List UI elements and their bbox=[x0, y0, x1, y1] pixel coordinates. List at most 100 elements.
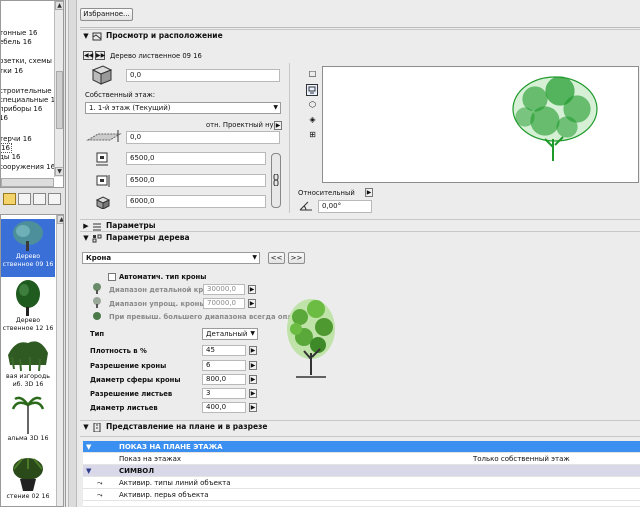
scroll-thumb[interactable] bbox=[56, 71, 63, 129]
param-field[interactable]: 3 bbox=[202, 388, 246, 399]
height-icon bbox=[95, 196, 111, 209]
simple-range-label: Диапазон упрощ. кроны bbox=[109, 300, 206, 308]
param-button[interactable]: ▶ bbox=[249, 389, 257, 398]
table-row-header[interactable]: ▼ ПОКАЗ НА ПЛАНЕ ЭТАЖА bbox=[83, 441, 640, 453]
view-mode-buttons bbox=[0, 193, 64, 207]
divider bbox=[289, 63, 290, 213]
scroll-down-icon[interactable]: ▼ bbox=[55, 167, 63, 176]
library-item-selected[interactable]: Дерево ственное 09 16 bbox=[1, 219, 55, 277]
auto-crown-checkbox[interactable] bbox=[108, 273, 116, 281]
tree-item[interactable]: строительные 1 bbox=[1, 87, 58, 96]
favorites-button[interactable]: Избранное... bbox=[80, 8, 133, 21]
folder-view-icon[interactable] bbox=[3, 193, 16, 205]
axonometry-icon[interactable]: ⬡ bbox=[308, 101, 317, 110]
tree-item[interactable]: тонные 16 bbox=[1, 29, 37, 38]
param-button[interactable]: ▶ bbox=[249, 361, 257, 370]
potted-plant-thumbnail-icon bbox=[13, 458, 43, 491]
depth-field[interactable]: 6500,0 bbox=[126, 174, 266, 187]
tree-illustration-icon bbox=[287, 299, 335, 378]
crown-dropdown[interactable]: Крона ▼ bbox=[82, 252, 260, 264]
plan-section-header[interactable]: ▼ Представление на плане и в разрезе bbox=[80, 420, 640, 432]
library-item[interactable]: альма 3D 16 bbox=[1, 395, 55, 447]
library-item-sublabel: иб. 3D 16 bbox=[12, 381, 44, 388]
detail-range-button[interactable]: ▶ bbox=[248, 285, 256, 294]
row-value[interactable]: Только собственный этаж bbox=[473, 453, 570, 465]
table-row[interactable]: ⤳ Активир. перья объекта bbox=[83, 489, 640, 501]
dropdown-value: 1. 1-й этаж (Текущий) bbox=[89, 104, 171, 112]
tree-item[interactable]: рзетки, схемы 1 bbox=[1, 57, 59, 66]
params-section-header[interactable]: ▶ Параметры bbox=[80, 219, 640, 231]
left-panel: тонные 16 ебель 16 рзетки, схемы 1 тки 1… bbox=[0, 0, 66, 507]
width-field[interactable]: 6500,0 bbox=[126, 152, 266, 165]
param-button[interactable]: ▶ bbox=[249, 403, 257, 412]
tree-item[interactable]: приборы 16 bbox=[1, 105, 42, 114]
param-field[interactable]: 400,0 bbox=[202, 402, 246, 413]
splitter[interactable] bbox=[68, 0, 77, 507]
library-item[interactable]: стение 02 16 bbox=[1, 455, 55, 506]
detail-view-icon[interactable] bbox=[48, 193, 61, 205]
chevron-down-icon: ▼ bbox=[273, 104, 278, 111]
grid-view-icon[interactable] bbox=[18, 193, 31, 205]
tree-params-section-header[interactable]: ▼ Параметры дерева bbox=[80, 231, 640, 243]
detail-range-field[interactable]: 30000,0 bbox=[203, 284, 245, 295]
tree-item[interactable]: ды 16 bbox=[1, 153, 21, 162]
param-button[interactable]: ▶ bbox=[249, 346, 257, 355]
collapse-triangle-icon[interactable]: ▼ bbox=[80, 232, 92, 244]
table-row[interactable]: ⤳ Активир. типы линий объекта bbox=[83, 477, 640, 489]
table-row[interactable] bbox=[83, 501, 640, 507]
tree-item[interactable]: 16 bbox=[1, 114, 8, 123]
monitor-icon bbox=[308, 86, 316, 94]
tree-thumbnail-icon bbox=[16, 280, 40, 316]
tree-item-selected[interactable]: 16 bbox=[1, 143, 12, 153]
library-list[interactable]: Дерево ственное 09 16 Дерево ственное 12… bbox=[0, 214, 64, 507]
collapse-triangle-icon[interactable]: ▼ bbox=[80, 30, 92, 42]
next-page-button[interactable]: >> bbox=[288, 252, 305, 264]
tree-item-label: 16 bbox=[1, 143, 12, 153]
chain-lock-button[interactable] bbox=[271, 153, 281, 208]
tree-item[interactable]: сооружения 16 bbox=[1, 163, 55, 172]
shaded-view-icon[interactable]: ◈ bbox=[308, 116, 317, 125]
home-story-dropdown[interactable]: 1. 1-й этаж (Текущий) ▼ bbox=[85, 102, 281, 114]
param-button[interactable]: ▶ bbox=[249, 375, 257, 384]
elevation-field[interactable]: 0,0 bbox=[126, 131, 280, 144]
collapse-triangle-icon[interactable]: ▼ bbox=[80, 421, 92, 433]
table-row[interactable]: Показ на этажах Только собственный этаж bbox=[83, 453, 640, 465]
next-object-button[interactable]: ▶▶ bbox=[95, 51, 105, 60]
hedge-thumbnail-icon bbox=[8, 341, 48, 372]
tree-item[interactable]: специальные 16 bbox=[1, 96, 59, 105]
side-view-icon[interactable] bbox=[306, 84, 318, 96]
simple-range-button[interactable]: ▶ bbox=[248, 299, 256, 308]
prev-page-button[interactable]: << bbox=[268, 252, 285, 264]
list-view-icon[interactable] bbox=[33, 193, 46, 205]
preview-section-header[interactable]: ▼ Просмотр и расположение bbox=[80, 29, 640, 41]
tree-item[interactable]: тки 16 bbox=[1, 67, 23, 76]
library-scrollbar[interactable]: ▲ bbox=[56, 215, 63, 506]
offset-field[interactable]: 0,0 bbox=[126, 69, 280, 82]
scroll-up-icon[interactable]: ▲ bbox=[55, 1, 63, 10]
tree-scrollbar[interactable]: ▲ ▼ bbox=[54, 1, 63, 177]
height-field[interactable]: 6000,0 bbox=[126, 195, 266, 208]
chain-icon bbox=[273, 174, 279, 186]
scroll-up-icon[interactable]: ▲ bbox=[57, 215, 63, 224]
prev-object-button[interactable]: ◀◀ bbox=[83, 51, 93, 60]
type-dropdown[interactable]: Детальный ▼ bbox=[202, 328, 258, 340]
tree-hscrollbar[interactable] bbox=[1, 178, 54, 187]
library-item[interactable]: вая изгородь иб. 3D 16 bbox=[1, 335, 55, 395]
divider bbox=[80, 27, 640, 28]
pen-icon: ⤳ bbox=[97, 491, 103, 499]
section-view-icon[interactable]: ⊞ bbox=[308, 131, 317, 140]
param-field[interactable]: 45 bbox=[202, 345, 246, 356]
table-row-group[interactable]: ▼ СИМВОЛ bbox=[83, 465, 640, 477]
angle-field[interactable]: 0,00° bbox=[318, 200, 372, 213]
folder-tree[interactable]: тонные 16 ебель 16 рзетки, схемы 1 тки 1… bbox=[0, 0, 64, 188]
plan-view-icon[interactable]: □ bbox=[308, 70, 317, 79]
relative-menu-button[interactable]: ▶ bbox=[365, 188, 373, 197]
chevron-down-icon: ▼ bbox=[252, 254, 257, 261]
param-field[interactable]: 800,0 bbox=[202, 374, 246, 385]
dropdown-value: Крона bbox=[86, 254, 112, 262]
library-item[interactable]: Дерево ственное 12 16 bbox=[1, 279, 55, 337]
simple-range-field[interactable]: 70000,0 bbox=[203, 298, 245, 309]
relative-to-button[interactable]: ▶ bbox=[274, 121, 282, 130]
tree-item[interactable]: ебель 16 bbox=[1, 38, 32, 47]
param-field[interactable]: 6 bbox=[202, 360, 246, 371]
